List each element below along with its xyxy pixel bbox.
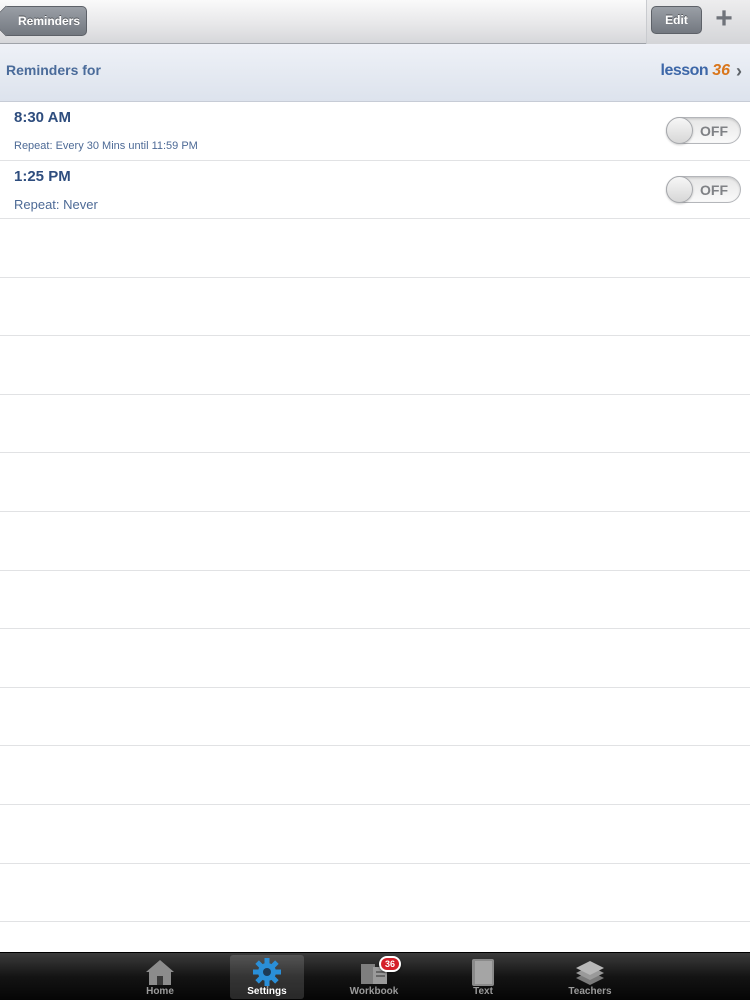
toggle-knob: [666, 117, 693, 144]
reminder-row[interactable]: 1:25 PM Repeat: Never OFF: [0, 161, 750, 219]
toggle-knob: [666, 175, 693, 203]
empty-row: [0, 688, 750, 747]
reminder-repeat: Repeat: Never: [14, 196, 98, 212]
tab-label: Teachers: [568, 986, 612, 997]
lesson-selector[interactable]: lesson 36 ›: [661, 61, 742, 81]
reminder-toggle[interactable]: OFF: [666, 117, 741, 144]
toggle-state-label: OFF: [700, 181, 728, 198]
reminder-time: 1:25 PM: [14, 167, 71, 185]
workbook-badge: 36: [379, 956, 402, 972]
toggle-state-label: OFF: [700, 123, 728, 139]
section-header: Reminders for lesson 36 ›: [0, 44, 750, 102]
empty-row: [0, 746, 750, 805]
tab-label: Settings: [247, 986, 287, 997]
tab-text[interactable]: Text: [446, 955, 520, 999]
empty-row: [0, 864, 750, 923]
nav-right-area: Edit +: [646, 0, 750, 44]
empty-row: [0, 805, 750, 864]
lesson-word: lesson: [660, 62, 709, 79]
reminder-list: 8:30 AM Repeat: Every 30 Mins until 11:5…: [0, 102, 750, 219]
tab-label: Workbook: [349, 986, 399, 997]
tab-bar: Home Settings 36 Workbook Text Teachers: [0, 952, 750, 1000]
tab-workbook[interactable]: 36 Workbook: [337, 955, 411, 999]
empty-row: [0, 336, 750, 395]
empty-row: [0, 629, 750, 688]
navigation-bar: Reminders Edit +: [0, 0, 750, 44]
back-button-reminders[interactable]: Reminders: [6, 6, 87, 36]
empty-row: [0, 219, 750, 278]
book-icon: [472, 959, 494, 986]
add-reminder-button[interactable]: +: [712, 4, 736, 34]
empty-row: [0, 571, 750, 630]
edit-button[interactable]: Edit: [651, 6, 702, 34]
empty-row: [0, 278, 750, 337]
section-title: Reminders for: [6, 62, 101, 78]
reminder-time: 8:30 AM: [14, 109, 71, 126]
back-button-label: Reminders: [18, 14, 81, 28]
empty-row: [0, 395, 750, 454]
chevron-right-icon: ›: [736, 61, 742, 81]
tab-teachers[interactable]: Teachers: [553, 955, 627, 999]
empty-row: [0, 512, 750, 571]
gear-icon: [253, 958, 281, 986]
tab-home[interactable]: Home: [123, 955, 197, 999]
teachers-stack-icon: [576, 961, 604, 985]
tab-label: Text: [473, 986, 493, 997]
reminder-toggle[interactable]: OFF: [666, 175, 741, 203]
home-icon: [146, 960, 174, 985]
tab-label: Home: [146, 986, 174, 997]
lesson-number: 36: [712, 62, 730, 79]
empty-table-rows: [0, 219, 750, 952]
reminder-repeat: Repeat: Every 30 Mins until 11:59 PM: [14, 140, 198, 152]
empty-row: [0, 453, 750, 512]
reminder-row[interactable]: 8:30 AM Repeat: Every 30 Mins until 11:5…: [0, 102, 750, 161]
tab-settings[interactable]: Settings: [230, 955, 304, 999]
